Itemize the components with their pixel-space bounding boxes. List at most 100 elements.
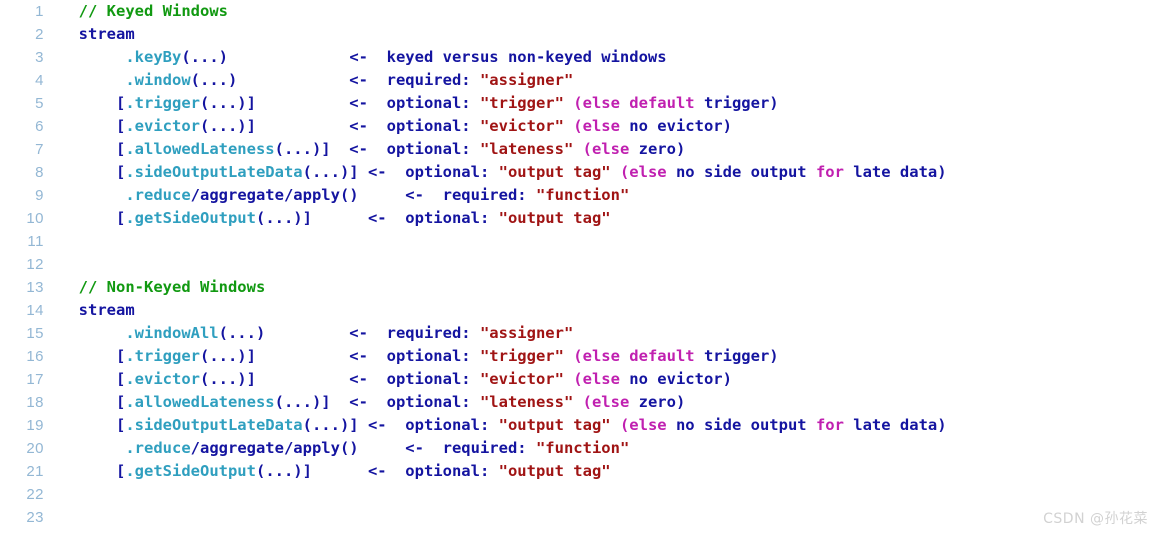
code-line[interactable]: 17 [.evictor(...)] <- optional: "evictor… [0, 368, 1162, 391]
line-content[interactable]: [.trigger(...)] <- optional: "trigger" (… [60, 345, 1162, 368]
code-line[interactable]: 7 [.allowedLateness(...)] <- optional: "… [0, 138, 1162, 161]
code-token: "function" [535, 186, 630, 204]
code-token: (else default [573, 94, 695, 112]
code-token: <- optional: [330, 393, 480, 411]
code-token: (...)] [199, 347, 256, 365]
line-content[interactable]: [.sideOutputLateData(...)] <- optional: … [60, 414, 1162, 437]
csdn-watermark: CSDN @孙花菜 [1043, 511, 1148, 527]
line-content[interactable]: stream [60, 23, 1162, 46]
code-line[interactable]: 9 .reduce/aggregate/apply() <- required:… [0, 184, 1162, 207]
code-token: (...)] [274, 140, 331, 158]
code-line[interactable]: 5 [.trigger(...)] <- optional: "trigger"… [0, 92, 1162, 115]
line-content[interactable] [60, 253, 1162, 276]
code-token: [ [60, 163, 126, 181]
code-token: /aggregate/apply() [190, 439, 359, 457]
code-line[interactable]: 22 [0, 483, 1162, 506]
code-token: [ [60, 94, 126, 112]
line-content[interactable]: [.sideOutputLateData(...)] <- optional: … [60, 161, 1162, 184]
line-number: 13 [26, 279, 44, 296]
code-token: .trigger [125, 94, 200, 112]
code-token: <- optional: [255, 347, 480, 365]
code-token: "output tag" [498, 416, 611, 434]
code-token: <- optional: [330, 140, 480, 158]
line-content[interactable]: .reduce/aggregate/apply() <- required: "… [60, 184, 1162, 207]
code-token: "function" [535, 439, 630, 457]
line-content[interactable]: [.getSideOutput(...)] <- optional: "outp… [60, 460, 1162, 483]
code-line[interactable]: 15 .windowAll(...) <- required: "assigne… [0, 322, 1162, 345]
code-token: .window [60, 71, 191, 89]
code-token: <- optional: [255, 94, 480, 112]
line-content[interactable] [60, 483, 1162, 506]
line-content[interactable]: .reduce/aggregate/apply() <- required: "… [60, 437, 1162, 460]
code-line[interactable]: 14 stream [0, 299, 1162, 322]
line-content[interactable] [60, 230, 1162, 253]
line-content[interactable]: [.allowedLateness(...)] <- optional: "la… [60, 138, 1162, 161]
code-token: "assigner" [479, 324, 574, 342]
code-token: [ [60, 140, 126, 158]
code-line[interactable]: 16 [.trigger(...)] <- optional: "trigger… [0, 345, 1162, 368]
code-line[interactable]: 13 // Non-Keyed Windows [0, 276, 1162, 299]
code-token: .evictor [125, 117, 200, 135]
code-line[interactable]: 12 [0, 253, 1162, 276]
line-number: 7 [35, 141, 44, 158]
code-token: for [815, 163, 844, 181]
code-token: <- required: [358, 186, 536, 204]
code-token: (...)] [199, 94, 256, 112]
code-token: .trigger [125, 347, 200, 365]
code-token: zero) [629, 140, 686, 158]
line-content[interactable]: // Non-Keyed Windows [60, 276, 1162, 299]
code-line[interactable]: 20 .reduce/aggregate/apply() <- required… [0, 437, 1162, 460]
line-content[interactable]: .windowAll(...) <- required: "assigner" [60, 322, 1162, 345]
line-content[interactable]: [.getSideOutput(...)] <- optional: "outp… [60, 207, 1162, 230]
code-token: "output tag" [498, 209, 611, 227]
code-token: no evictor) [619, 370, 732, 388]
code-line[interactable]: 2 stream [0, 23, 1162, 46]
code-token: <- optional: [311, 462, 499, 480]
code-line[interactable]: 18 [.allowedLateness(...)] <- optional: … [0, 391, 1162, 414]
line-content[interactable]: .keyBy(...) <- keyed versus non-keyed wi… [60, 46, 1162, 69]
code-token: <- optional: [358, 163, 499, 181]
line-content[interactable]: [.evictor(...)] <- optional: "evictor" (… [60, 368, 1162, 391]
code-line[interactable]: 23 [0, 506, 1162, 529]
line-content[interactable]: [.trigger(...)] <- optional: "trigger" (… [60, 92, 1162, 115]
code-line[interactable]: 1 // Keyed Windows [0, 0, 1162, 23]
code-token: no evictor) [619, 117, 732, 135]
code-line[interactable]: 10 [.getSideOutput(...)] <- optional: "o… [0, 207, 1162, 230]
line-content[interactable]: [.allowedLateness(...)] <- optional: "la… [60, 391, 1162, 414]
line-content[interactable] [60, 506, 1162, 529]
code-line[interactable]: 6 [.evictor(...)] <- optional: "evictor"… [0, 115, 1162, 138]
code-token: .reduce [60, 439, 191, 457]
line-number: 3 [35, 49, 44, 66]
line-content[interactable]: // Keyed Windows [60, 0, 1162, 23]
code-line[interactable]: 19 [.sideOutputLateData(...)] <- optiona… [0, 414, 1162, 437]
line-number: 1 [35, 3, 44, 20]
code-token: zero) [629, 393, 686, 411]
code-line[interactable]: 11 [0, 230, 1162, 253]
code-line[interactable]: 21 [.getSideOutput(...)] <- optional: "o… [0, 460, 1162, 483]
code-token: (else [619, 416, 667, 434]
line-number: 20 [26, 440, 44, 457]
code-token: "evictor" [479, 370, 564, 388]
line-number: 11 [27, 233, 44, 250]
code-token: <- keyed versus non-keyed windows [228, 48, 667, 66]
line-content[interactable]: stream [60, 299, 1162, 322]
line-content[interactable]: [.evictor(...)] <- optional: "evictor" (… [60, 115, 1162, 138]
code-line[interactable]: 4 .window(...) <- required: "assigner" [0, 69, 1162, 92]
code-line[interactable]: 8 [.sideOutputLateData(...)] <- optional… [0, 161, 1162, 184]
line-content[interactable]: .window(...) <- required: "assigner" [60, 69, 1162, 92]
code-line[interactable]: 3 .keyBy(...) <- keyed versus non-keyed … [0, 46, 1162, 69]
code-token: [ [60, 347, 126, 365]
code-token: .sideOutputLateData [125, 163, 303, 181]
code-token: stream [60, 25, 135, 43]
code-token: .reduce [60, 186, 191, 204]
code-token: (...) [218, 324, 266, 342]
line-number: 2 [35, 26, 44, 43]
code-token: <- required: [237, 71, 480, 89]
code-token: [ [60, 416, 126, 434]
code-editor-pane: 1 // Keyed Windows 2 stream 3 .keyBy(...) … [0, 0, 1162, 536]
